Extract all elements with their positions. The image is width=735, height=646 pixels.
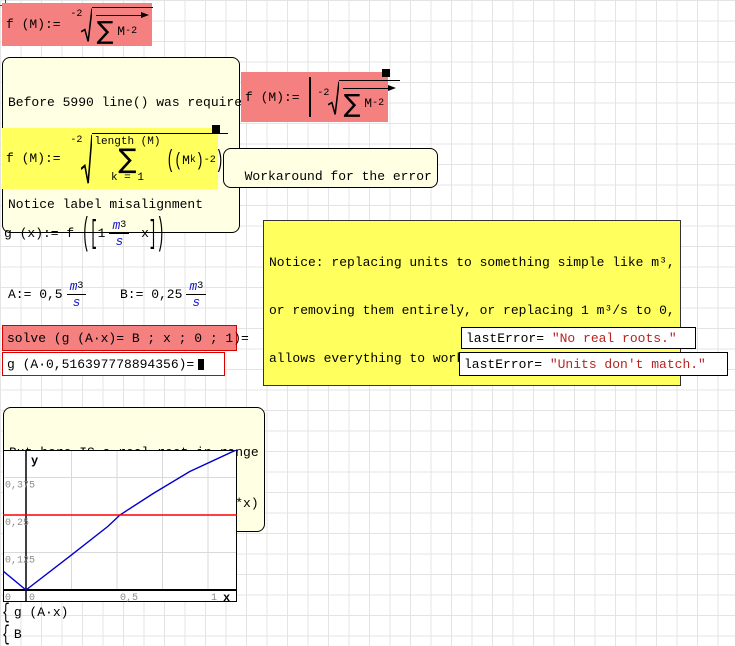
region-f-def-workaround[interactable]: f (M):= -2length (M)∑k = 1((Mk)-2) (2, 128, 218, 189)
unit-numerator: m (112, 219, 120, 232)
svg-text:0,125: 0,125 (5, 556, 35, 567)
lasterror-label: lastError= (464, 357, 550, 372)
plot-legend[interactable]: { g (A·x) { B (2, 601, 68, 645)
unit-numerator: m (70, 280, 78, 293)
brace: { (2, 600, 10, 624)
unit-exponent: 3 (197, 280, 203, 293)
note-line: or removing them entirely, or replacing … (269, 303, 675, 319)
unit-fraction: m3 s (67, 280, 87, 309)
exponent: -2 (372, 98, 384, 109)
bracket: [ (90, 214, 98, 252)
region-solve[interactable]: solve (g (A·x)= B ; x ; 0 ; 1)= (2, 325, 237, 351)
region-g-eval[interactable]: g (A·0,516397778894356)= (2, 352, 225, 376)
sum-argument: M (364, 96, 372, 111)
plot-region[interactable]: 00,5100,1250,250,375yx (3, 450, 237, 602)
region-g-def[interactable]: g (x):= f ([1m3 s x]) (4, 207, 165, 259)
formula-text: solve (g (A·x)= B ; x ; 0 ; 1)= (7, 331, 249, 346)
svg-text:y: y (31, 454, 38, 468)
nthroot: -2∑ M-2 (70, 7, 153, 42)
formula-lhs: B:= 0,25 (120, 287, 182, 302)
paren: ) (196, 149, 204, 171)
formula-lhs: g (x):= f (4, 226, 82, 241)
unit-denominator: s (115, 235, 123, 248)
paren: ( (82, 211, 90, 255)
region-lasterror-1[interactable]: lastError= "No real roots." (461, 327, 696, 349)
note-line: Workaround for the error (245, 169, 432, 184)
unit-fraction: m3 s (186, 280, 206, 309)
legend-item-curve: { g (A·x) (2, 601, 68, 623)
paren: ( (174, 149, 182, 171)
note-workaround[interactable]: Workaround for the error (223, 148, 438, 188)
sum-argument: M (182, 153, 190, 168)
region-lasterror-2[interactable]: lastError= "Units don't match." (459, 352, 728, 376)
sum-lower-limit: k = 1 (111, 172, 144, 184)
sum-with-limits: length (M)∑k = 1 (94, 136, 160, 184)
lasterror-value: "No real roots." (552, 331, 677, 346)
region-f-def-editing[interactable]: f (M):= -2∑M-2 (241, 72, 388, 122)
edit-cursor (309, 77, 311, 117)
unit-numerator: m (189, 280, 197, 293)
vectorize-arrow: ∑ M-2 (94, 12, 149, 42)
formula-lhs: A:= 0,5 (8, 287, 63, 302)
unit-exponent: 3 (77, 280, 83, 293)
region-a-def[interactable]: A:= 0,5 m3 s (8, 274, 90, 314)
formula-lhs: f (M):= (6, 151, 68, 166)
lasterror-value: "Units don't match." (550, 357, 706, 372)
selection-handle[interactable] (382, 69, 390, 77)
svg-text:0,5: 0,5 (120, 593, 138, 602)
region-b-def[interactable]: B:= 0,25 m3 s (120, 274, 210, 314)
plot-svg: 00,5100,1250,250,375yx (3, 450, 237, 602)
bracket: ] (149, 214, 157, 252)
sum-argument: M (117, 24, 125, 39)
radical-sign-icon (81, 134, 92, 184)
sum-operator: ∑ (96, 20, 113, 42)
svg-text:0,25: 0,25 (5, 518, 29, 529)
unit-fraction: m3 s (109, 219, 129, 248)
region-f-def-vectorized[interactable]: f (M):= -2∑ M-2 (2, 3, 152, 46)
variable: x (133, 226, 149, 241)
note-line: Before 5990 line() was required (8, 94, 234, 111)
radical-sign-icon (81, 8, 92, 42)
formula-text: g (A·0,516397778894356)= (7, 357, 194, 372)
paren: ) (157, 211, 165, 255)
legend-label: B (14, 627, 22, 642)
nthroot: -2∑ M-2 (317, 80, 400, 115)
vectorize-arrow: ∑ M-2 (341, 85, 396, 115)
unit-exponent: 3 (120, 219, 126, 232)
radical-sign-icon (328, 81, 339, 115)
sum-operator: ∑ (118, 148, 136, 172)
brace: { (2, 622, 10, 646)
exponent: -2 (125, 26, 137, 37)
selection-handle[interactable] (212, 125, 220, 133)
exponent: -2 (204, 155, 216, 166)
coefficient: 1 (98, 226, 106, 241)
unit-denominator: s (192, 296, 200, 309)
note-line: Notice: replacing units to something sim… (269, 255, 675, 271)
unit-denominator: s (73, 296, 81, 309)
svg-text:0,375: 0,375 (5, 481, 35, 492)
sum-operator: ∑ (343, 93, 360, 115)
legend-label: g (A·x) (14, 605, 69, 620)
svg-text:x: x (223, 591, 230, 602)
formula-lhs: f (M):= (6, 17, 68, 32)
formula-lhs: f (M):= (245, 90, 307, 105)
result-placeholder[interactable] (198, 359, 204, 370)
lasterror-label: lastError= (466, 331, 552, 346)
paren: ( (166, 146, 174, 175)
svg-text:1: 1 (211, 593, 217, 602)
legend-item-hline: { B (2, 623, 68, 645)
nthroot: -2length (M)∑k = 1((Mk)-2) (70, 133, 227, 184)
